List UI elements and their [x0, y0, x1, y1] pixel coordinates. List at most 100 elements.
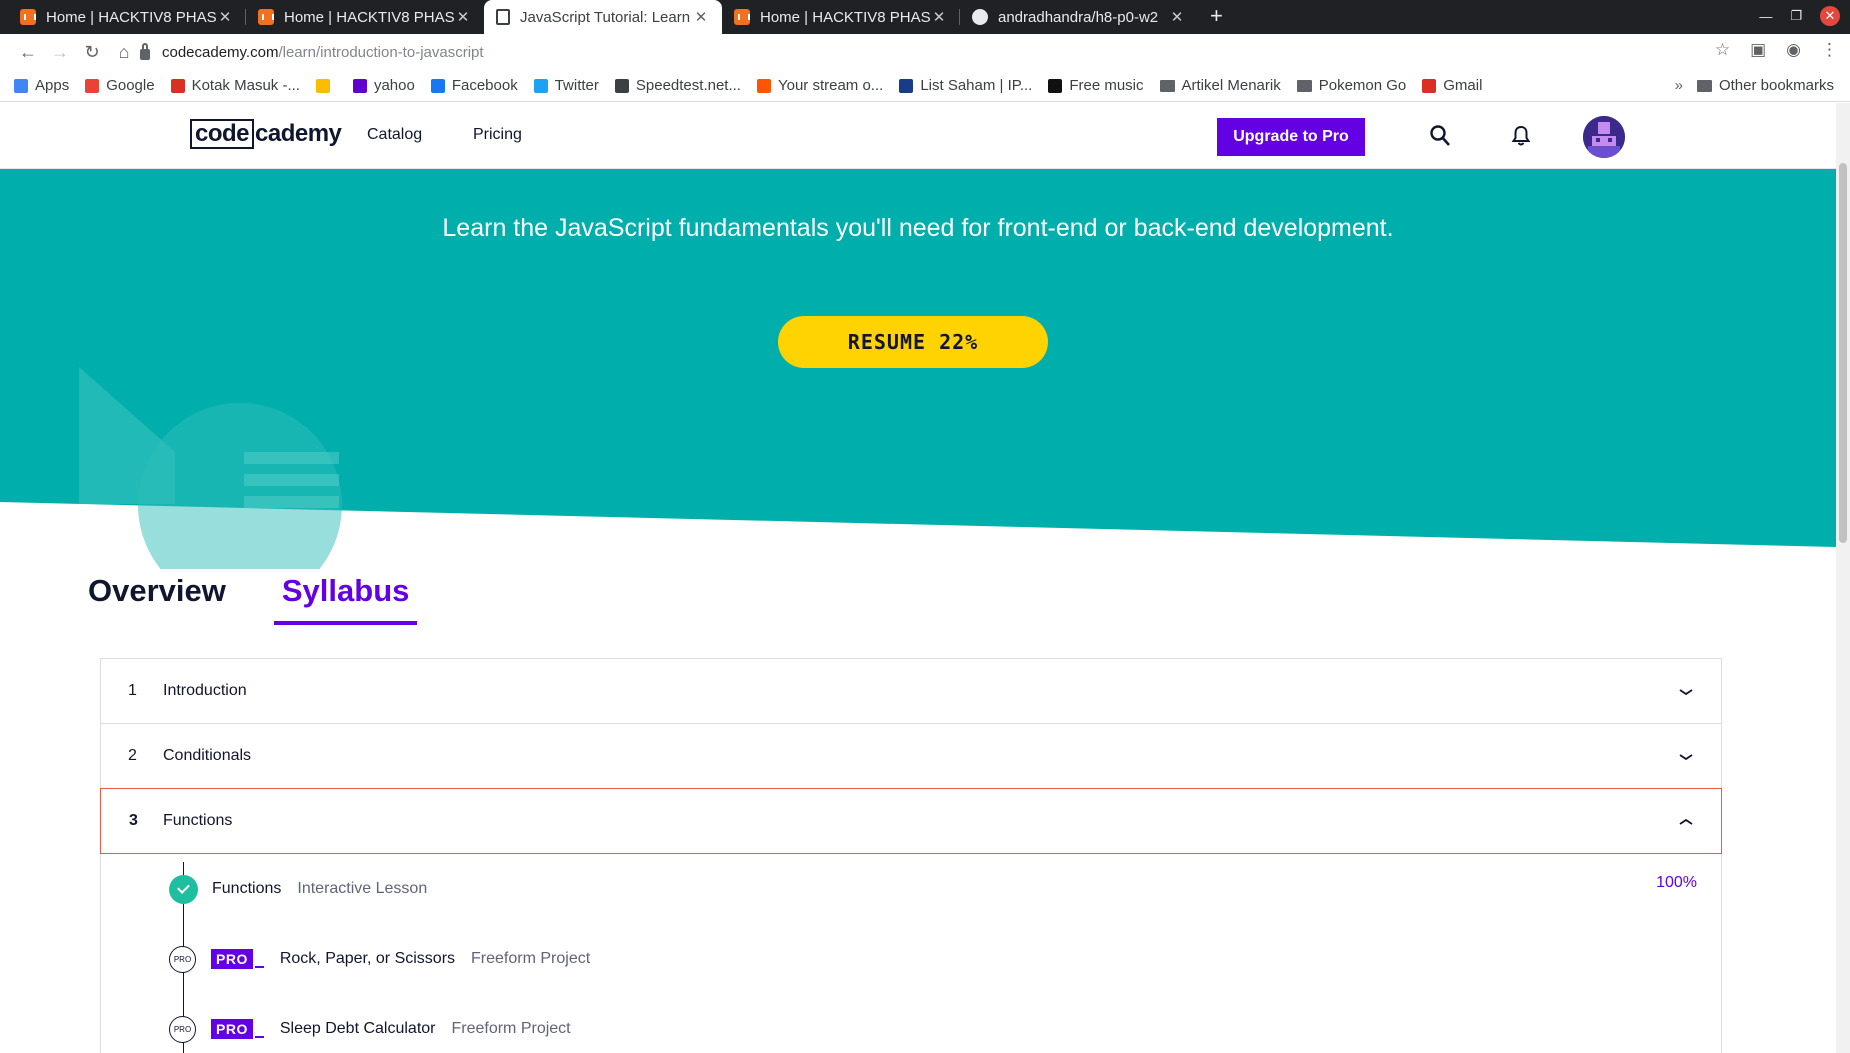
pro-badge: PRO [211, 1019, 253, 1039]
bookmark-item[interactable]: Apps [14, 77, 69, 94]
syllabus-list: 1 Introduction 2 Conditionals 3 Function… [100, 658, 1722, 1053]
restore-icon[interactable]: ❐ [1790, 8, 1802, 24]
folder-icon [1159, 79, 1175, 92]
bookmark-item[interactable]: Artikel Menarik [1159, 77, 1281, 94]
lesson-item[interactable]: PRO PRO Rock, Paper, or Scissors Freefor… [169, 944, 590, 974]
bookmark-item[interactable]: Free music [1048, 77, 1144, 94]
tab-syllabus[interactable]: Syllabus [273, 573, 418, 625]
hacktiv8-icon [734, 9, 750, 25]
module-row-expanded[interactable]: 3 Functions [100, 788, 1722, 854]
back-arrow-icon[interactable]: ← [12, 42, 44, 63]
tab-overview[interactable]: Overview [88, 573, 234, 625]
bookmark-item[interactable] [315, 78, 337, 93]
tab-close-icon[interactable]: ✕ [930, 8, 948, 26]
bookmark-label: Gmail [1443, 77, 1483, 94]
browser-tab[interactable]: Home | HACKTIV8 PHASE ✕ [246, 0, 484, 34]
folder-icon [1296, 79, 1312, 92]
bookmark-item[interactable]: Facebook [430, 77, 518, 94]
twitter-icon [533, 78, 548, 93]
bookmark-item[interactable]: Kotak Masuk -... [170, 77, 300, 94]
module-lessons: Functions Interactive Lesson 100% PRO PR… [101, 854, 1721, 1053]
chevron-down-icon[interactable] [1679, 750, 1693, 764]
codecademy-icon [496, 9, 510, 25]
avatar-image [1583, 116, 1625, 158]
lesson-item[interactable]: PRO PRO Sleep Debt Calculator Freeform P… [169, 1014, 571, 1044]
module-number: 2 [128, 747, 137, 764]
tab-title: Home | HACKTIV8 PHASE [284, 8, 454, 26]
browser-tab[interactable]: Home | HACKTIV8 PHASE ✕ [8, 0, 246, 34]
bookmark-item[interactable]: List Saham | IP... [899, 77, 1032, 94]
user-avatar[interactable] [1583, 116, 1625, 158]
site-header: code cademy Catalog Pricing Upgrade to Pr… [0, 103, 1836, 169]
lesson-progress: 100% [1656, 874, 1697, 891]
folder-icon [1696, 79, 1712, 92]
soundcloud-icon [756, 78, 771, 93]
browser-tab[interactable]: Home | HACKTIV8 PHASE ✕ [722, 0, 960, 34]
bookmarks-more-button[interactable]: » [1675, 77, 1683, 94]
browser-tab[interactable]: andradhandra/h8-p0-w2 ✕ [960, 0, 1198, 34]
bookmark-item[interactable]: Google [85, 77, 155, 94]
profile-icon[interactable]: ◉ [1786, 40, 1801, 60]
tab-close-icon[interactable]: ✕ [454, 8, 472, 26]
chevron-up-icon[interactable] [1679, 815, 1693, 829]
lesson-item[interactable]: Functions Interactive Lesson [169, 874, 427, 904]
bookmark-label: Google [106, 77, 155, 94]
gmail-icon [170, 78, 185, 93]
bookmark-item[interactable]: Pokemon Go [1296, 77, 1407, 94]
pro-lock-icon: PRO [169, 945, 196, 973]
bookmark-item[interactable]: Speedtest.net... [614, 77, 741, 94]
bookmark-label: Facebook [451, 77, 518, 94]
module-number: 1 [128, 682, 137, 699]
page-scrollbar[interactable] [1836, 103, 1850, 1053]
search-icon[interactable] [1430, 125, 1450, 147]
module-row[interactable]: 1 Introduction [101, 659, 1721, 724]
upgrade-to-pro-button[interactable]: Upgrade to Pro [1217, 118, 1365, 156]
bookmark-item[interactable]: Your stream o... [756, 77, 884, 94]
bookmark-label: List Saham | IP... [920, 77, 1033, 94]
window-close-icon[interactable]: ✕ [1820, 6, 1840, 26]
other-bookmarks-label: Other bookmarks [1718, 77, 1834, 94]
nav-catalog-link[interactable]: Catalog [367, 126, 422, 144]
module-title: Conditionals [163, 747, 252, 764]
tab-close-icon[interactable]: ✕ [1168, 8, 1186, 26]
bookmark-label: Pokemon Go [1318, 77, 1407, 94]
nav-pricing-link[interactable]: Pricing [473, 126, 522, 144]
bookmark-item[interactable]: Twitter [533, 77, 599, 94]
bookmark-item[interactable]: yahoo [352, 77, 415, 94]
module-row[interactable]: 2 Conditionals [101, 724, 1721, 789]
extension-icon[interactable]: ▣ [1750, 40, 1766, 60]
address-bar[interactable]: codecademy.com/learn/introduction-to-jav… [140, 36, 1700, 68]
tab-title: andradhandra/h8-p0-w2 [998, 8, 1159, 26]
bookmark-label: Your stream o... [777, 77, 884, 94]
browser-tab-active[interactable]: JavaScript Tutorial: Learn ✕ [484, 0, 722, 34]
codecademy-logo[interactable]: code cademy [190, 119, 342, 149]
tab-close-icon[interactable]: ✕ [692, 8, 710, 26]
lock-icon [140, 42, 150, 60]
reload-icon[interactable]: ↻ [76, 42, 108, 63]
course-tabs: Overview Syllabus [88, 573, 465, 625]
bookmark-label: Twitter [554, 77, 599, 94]
pro-cursor-mark [254, 1036, 264, 1038]
window-controls: — ❐ ✕ [1759, 6, 1840, 26]
chevron-down-icon[interactable] [1679, 685, 1693, 699]
hero-banner: Learn the JavaScript fundamentals you'll… [0, 169, 1836, 569]
forward-arrow-icon[interactable]: → [44, 42, 76, 63]
tab-close-icon[interactable]: ✕ [216, 8, 234, 26]
home-icon[interactable]: ⌂ [108, 42, 140, 63]
bookmark-item[interactable]: Gmail [1422, 77, 1482, 94]
facebook-icon [430, 78, 445, 93]
toolbar-actions: ☆ ▣ ◉ ⋮ [1715, 40, 1838, 60]
bookmark-label: Kotak Masuk -... [191, 77, 300, 94]
gmail-icon [1422, 78, 1437, 93]
minimize-icon[interactable]: — [1759, 9, 1772, 24]
url-path: /learn/introduction-to-javascript [278, 43, 484, 61]
bell-notification-icon[interactable] [1511, 125, 1531, 147]
module-title: Functions [163, 812, 233, 829]
logo-rest-text: cademy [255, 120, 342, 147]
star-bookmark-icon[interactable]: ☆ [1715, 40, 1730, 60]
resume-button[interactable]: RESUME 22% [778, 316, 1048, 368]
menu-dots-icon[interactable]: ⋮ [1821, 40, 1838, 60]
new-tab-button[interactable]: + [1210, 0, 1223, 34]
scrollbar-thumb[interactable] [1839, 163, 1847, 543]
other-bookmarks[interactable]: Other bookmarks [1696, 77, 1834, 94]
